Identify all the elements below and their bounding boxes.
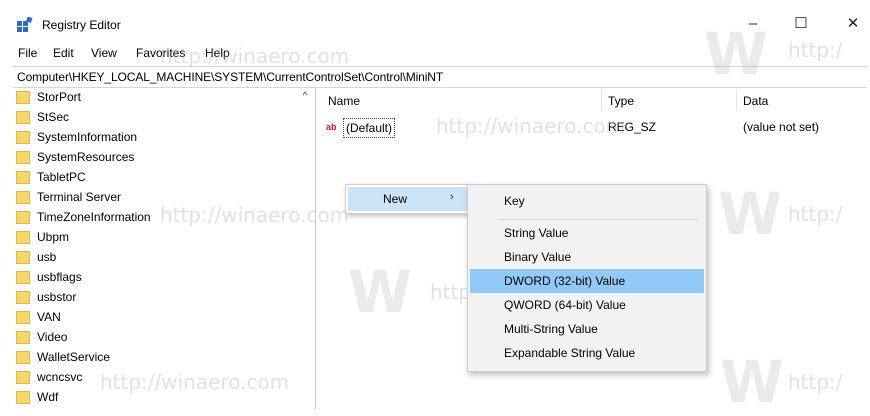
close-button[interactable]: ✕ [830,10,870,36]
submenu-item-label: QWORD (64-bit) Value [504,298,626,312]
folder-icon [16,131,30,144]
key-tree[interactable]: StorPort StSec SystemInformation SystemR… [13,88,316,409]
column-divider[interactable] [736,90,737,110]
menu-view[interactable]: View [91,46,117,60]
submenu-item-string-value[interactable]: String Value [470,221,704,245]
folder-icon [16,331,30,344]
folder-icon [16,211,30,224]
tree-item-label: SystemInformation [37,130,138,144]
context-menu-new-label: New [383,192,408,206]
minimize-icon: – [748,14,758,32]
tree-item-label: usb [37,250,57,264]
string-value-icon: ab [326,122,337,132]
tree-item-label: usbstor [37,290,77,304]
maximize-button[interactable]: ☐ [778,10,824,36]
tree-item-label: Video [37,330,68,344]
folder-icon [16,151,30,164]
menu-edit[interactable]: Edit [53,46,74,60]
submenu-item-binary-value[interactable]: Binary Value [470,245,704,269]
folder-icon [16,271,30,284]
submenu-item-label: Expandable String Value [504,346,636,360]
folder-icon [16,311,30,324]
tree-item-label: usbflags [37,270,82,284]
column-header-name[interactable]: Name [328,94,360,108]
tree-item-label: SystemResources [37,150,135,164]
folder-icon [16,291,30,304]
submenu-item-label: Key [504,194,525,208]
column-header-data[interactable]: Data [743,94,768,108]
submenu-item-label: String Value [504,226,569,240]
submenu-item-qword-value[interactable]: QWORD (64-bit) Value [470,293,704,317]
minimize-button[interactable]: – [730,10,776,36]
folder-icon [16,111,30,124]
folder-icon [16,171,30,184]
column-header-type[interactable]: Type [608,94,634,108]
submenu-item-dword-value[interactable]: DWORD (32-bit) Value [470,269,704,293]
submenu-item-expandable-string-value[interactable]: Expandable String Value [470,341,704,365]
new-submenu: Key String Value Binary Value DWORD (32-… [467,184,707,372]
address-path: Computer\HKEY_LOCAL_MACHINE\SYSTEM\Curre… [17,70,444,84]
folder-icon [16,391,30,404]
tree-item-label: Ubpm [37,230,70,244]
close-icon: ✕ [846,15,860,32]
registry-editor-icon [17,16,33,33]
tree-item-label: WalletService [37,350,110,364]
value-row[interactable]: ab (Default) REG_SZ (value not set) [326,118,866,138]
submenu-item-label: Binary Value [504,250,572,264]
submenu-divider [498,219,698,220]
tree-item-label: VAN [37,310,61,324]
folder-icon [16,351,30,364]
folder-icon [16,371,30,384]
value-type: REG_SZ [608,120,657,134]
submenu-item-label: DWORD (32-bit) Value [504,274,626,288]
tree-item-label: Wdf [37,390,59,404]
folder-icon [16,251,30,264]
folder-icon [16,91,30,104]
folder-icon [16,231,30,244]
menu-help[interactable]: Help [205,46,230,60]
menu-file[interactable]: File [18,46,37,60]
value-data: (value not set) [743,120,820,134]
chevron-right-icon: › [450,191,454,203]
tree-item-label: TabletPC [37,170,86,184]
submenu-item-label: Multi-String Value [504,322,598,336]
menu-favorites[interactable]: Favorites [136,46,185,60]
tree-item-label: StSec [37,110,70,124]
title-bar: Registry Editor – ☐ ✕ [0,0,870,40]
scroll-up-button[interactable]: ^ [298,91,312,103]
tree-item-label: wcncsvc [37,370,83,384]
maximize-icon: ☐ [794,15,808,32]
tree-item-label: StorPort [37,90,82,104]
context-menu: New › [345,184,470,214]
column-divider[interactable] [601,90,602,110]
menu-bar: File Edit View Favorites Help [0,42,870,64]
submenu-item-multi-string-value[interactable]: Multi-String Value [470,317,704,341]
tree-item-label: TimeZoneInformation [37,210,151,224]
window-title: Registry Editor [42,18,121,32]
folder-icon [16,191,30,204]
submenu-item-key[interactable]: Key [470,189,704,213]
address-bar[interactable]: Computer\HKEY_LOCAL_MACHINE\SYSTEM\Curre… [13,66,867,88]
value-name: (Default) [343,118,396,138]
tree-item-label: Terminal Server [37,190,122,204]
